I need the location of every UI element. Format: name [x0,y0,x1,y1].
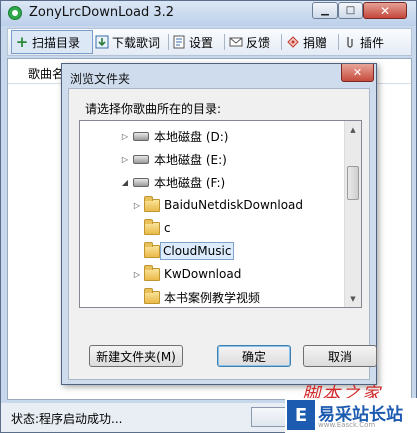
maximize-button[interactable]: □ [338,2,363,19]
cancel-button[interactable]: 取消 [303,345,377,367]
folder-icon [144,219,160,235]
feedback-label: 反馈 [246,35,271,50]
tree-item-folder[interactable]: ▷ KwDownload [80,263,344,285]
settings-icon [172,35,186,49]
scroll-up-arrow-icon[interactable]: ▲ [345,121,361,138]
scan-directory-label: 扫描目录 [32,35,81,50]
tree-item-folder-selected[interactable]: CloudMusic [80,240,344,262]
expand-arrow-icon[interactable]: ▷ [132,270,142,279]
collapse-arrow-icon[interactable]: ◢ [120,178,130,187]
folder-icon [144,242,160,258]
browse-folder-dialog: 浏览文件夹 ✕ 请选择你歌曲所在的目录: ▷ 本地磁盘 (D:) ▷ 本地磁盘 … [61,63,377,385]
watermark-logo-mark: E [287,400,315,430]
dialog-close-button[interactable]: ✕ [341,64,374,82]
folder-icon [144,265,160,281]
new-folder-button[interactable]: 新建文件夹(M) [89,345,183,367]
title-bar[interactable]: ZonyLrcDownLoad 3.2 ▁ □ ✕ [1,1,416,26]
feedback-button[interactable]: 反馈 [229,30,270,54]
tree-item-label: 本地磁盘 (E:) [154,152,227,167]
folder-icon [144,288,160,304]
download-lyrics-button[interactable]: 下载歌词 [95,30,160,54]
donate-icon [286,35,300,49]
minimize-button[interactable]: ▁ [312,2,338,19]
tree-item-label: 本书案例教学视频 [164,290,261,305]
tree-item-label: 本地磁盘 (F:) [154,175,226,190]
status-text: 状态:程序启动成功... [11,412,123,426]
drive-icon [133,177,149,187]
expand-arrow-icon[interactable]: ▷ [120,155,130,164]
toolbar-divider [168,34,169,50]
tree-item-label: BaiduNetdiskDownload [164,198,304,212]
close-button[interactable]: ✕ [363,2,407,19]
tree-item-drive-d[interactable]: ▷ 本地磁盘 (D:) [80,125,344,147]
tree-item-folder[interactable]: 本书案例教学视频 [80,286,344,307]
toolbar-divider [338,34,339,50]
dialog-title: 浏览文件夹 [70,72,131,86]
expand-arrow-icon[interactable]: ▷ [120,132,130,141]
tree-item-label: KwDownload [164,267,242,281]
dialog-prompt: 请选择你歌曲所在的目录: [85,102,222,116]
toolbar: + 扫描目录 下载歌词 设置 反馈 捐赠 插件 [7,28,412,56]
tree-item-label: 本地磁盘 (D:) [154,129,229,144]
toolbar-divider [224,34,225,50]
tree-item-drive-e[interactable]: ▷ 本地磁盘 (E:) [80,148,344,170]
tree-item-label: c [164,221,171,235]
toolbar-divider [281,34,282,50]
tree-item-folder[interactable]: c [80,217,344,239]
drive-icon [133,131,149,141]
plus-icon: + [15,33,29,51]
folder-tree[interactable]: ▷ 本地磁盘 (D:) ▷ 本地磁盘 (E:) ◢ 本地磁盘 (F:) ▷ Ba… [79,120,362,308]
tree-item-drive-f[interactable]: ◢ 本地磁盘 (F:) [80,171,344,193]
scroll-down-arrow-icon[interactable]: ▼ [345,290,361,307]
download-lyrics-label: 下载歌词 [112,35,161,50]
settings-label: 设置 [189,35,214,50]
plugin-icon [343,35,357,49]
app-logo-icon [8,6,22,20]
scan-directory-button[interactable]: + 扫描目录 [11,30,93,54]
drive-icon [133,154,149,164]
plugins-label: 插件 [360,35,385,50]
tree-item-label: CloudMusic [160,242,235,260]
mail-icon [229,35,243,49]
plugins-button[interactable]: 插件 [343,30,384,54]
donate-label: 捐赠 [303,35,328,50]
settings-button[interactable]: 设置 [172,30,213,54]
expand-arrow-icon[interactable]: ▷ [132,201,142,210]
ok-button[interactable]: 确定 [217,345,291,367]
tree-item-folder[interactable]: ▷ BaiduNetdiskDownload [80,194,344,216]
folder-icon [144,196,160,212]
watermark-url: www.Easck.Com [318,421,376,429]
donate-button[interactable]: 捐赠 [286,30,327,54]
column-header-label: 歌曲名 [28,67,65,81]
watermark-logo: E 易采站长站 www.Easck.Com [285,398,417,433]
download-lyrics-icon [95,35,109,49]
window-title: ZonyLrcDownLoad 3.2 [29,5,175,20]
tree-scrollbar[interactable]: ▲ ▼ [344,121,361,307]
scroll-thumb[interactable] [347,166,359,200]
